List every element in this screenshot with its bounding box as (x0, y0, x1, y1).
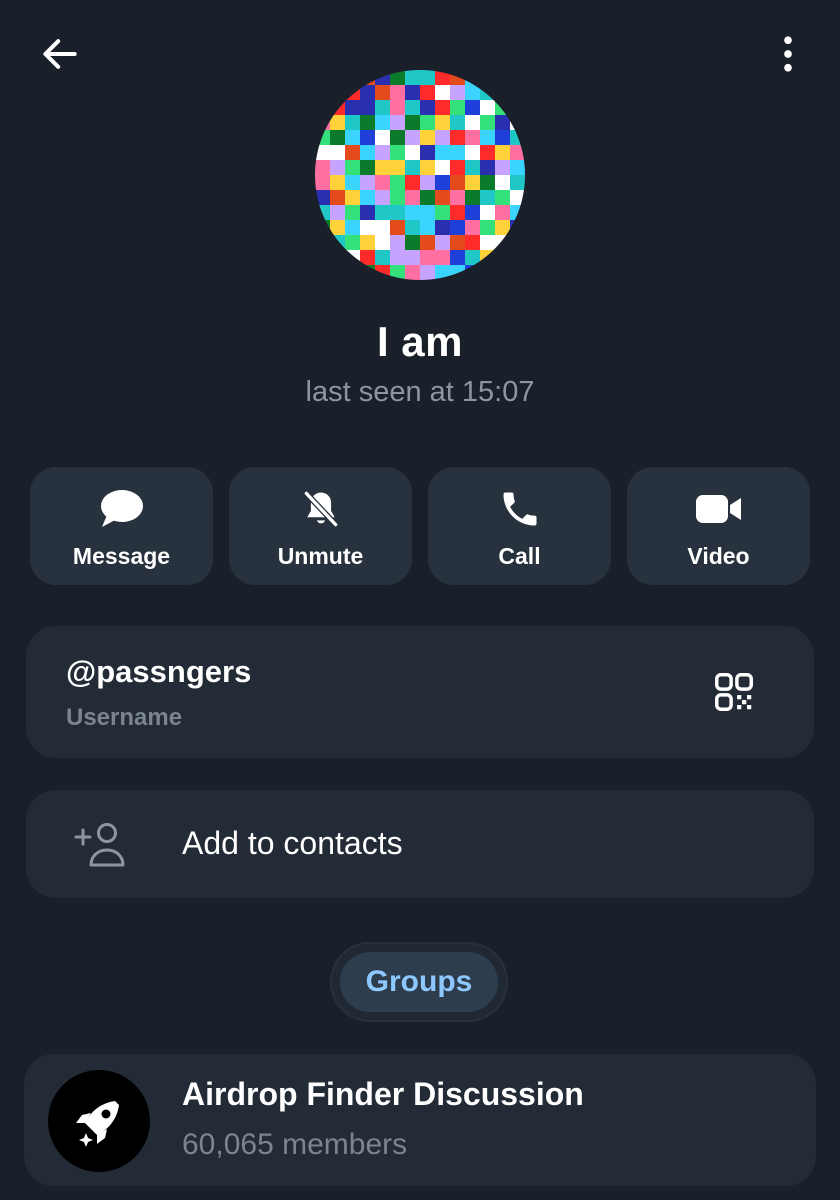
back-button[interactable] (32, 26, 88, 82)
username-label: Username (66, 704, 183, 731)
action-buttons: Message Unmute Call Video (30, 467, 810, 585)
video-button[interactable]: Video (627, 467, 810, 585)
arrow-left-icon (43, 39, 77, 69)
message-button-label: Message (72, 543, 171, 569)
rocket-icon (76, 1101, 119, 1147)
tab-groups[interactable]: Groups (340, 952, 498, 1012)
profile-avatar[interactable] (315, 70, 525, 280)
qr-code-icon (715, 673, 753, 711)
last-seen-status: last seen at 15:07 (305, 376, 535, 408)
bell-off-icon (302, 490, 339, 528)
add-to-contacts-label: Add to contacts (182, 825, 403, 861)
call-button-label: Call (498, 543, 541, 569)
message-button[interactable]: Message (30, 467, 213, 585)
username-value[interactable]: @passngers (66, 654, 251, 690)
profile-name: I am (376, 318, 464, 365)
unmute-button-label: Unmute (277, 543, 364, 569)
unmute-button[interactable]: Unmute (229, 467, 412, 585)
group-list-item[interactable]: Airdrop Finder Discussion 60,065 members (24, 1054, 816, 1186)
more-vertical-icon (784, 36, 792, 72)
group-avatar (48, 1070, 150, 1172)
qr-code-button[interactable] (706, 664, 762, 720)
video-camera-icon (695, 495, 741, 523)
phone-icon (503, 492, 536, 526)
call-button[interactable]: Call (428, 467, 611, 585)
chat-bubble-icon (100, 490, 143, 527)
more-options-button[interactable] (760, 26, 816, 82)
add-person-icon-wrap (70, 816, 130, 872)
groups-tab-container: Groups (330, 942, 508, 1022)
username-card[interactable]: @passngers Username (26, 626, 814, 758)
add-person-icon (74, 823, 125, 867)
add-to-contacts-row[interactable]: Add to contacts (26, 790, 814, 898)
video-button-label: Video (687, 543, 750, 569)
group-name: Airdrop Finder Discussion (182, 1076, 584, 1112)
group-member-count: 60,065 members (182, 1128, 408, 1161)
pixelated-avatar-image (315, 70, 525, 280)
